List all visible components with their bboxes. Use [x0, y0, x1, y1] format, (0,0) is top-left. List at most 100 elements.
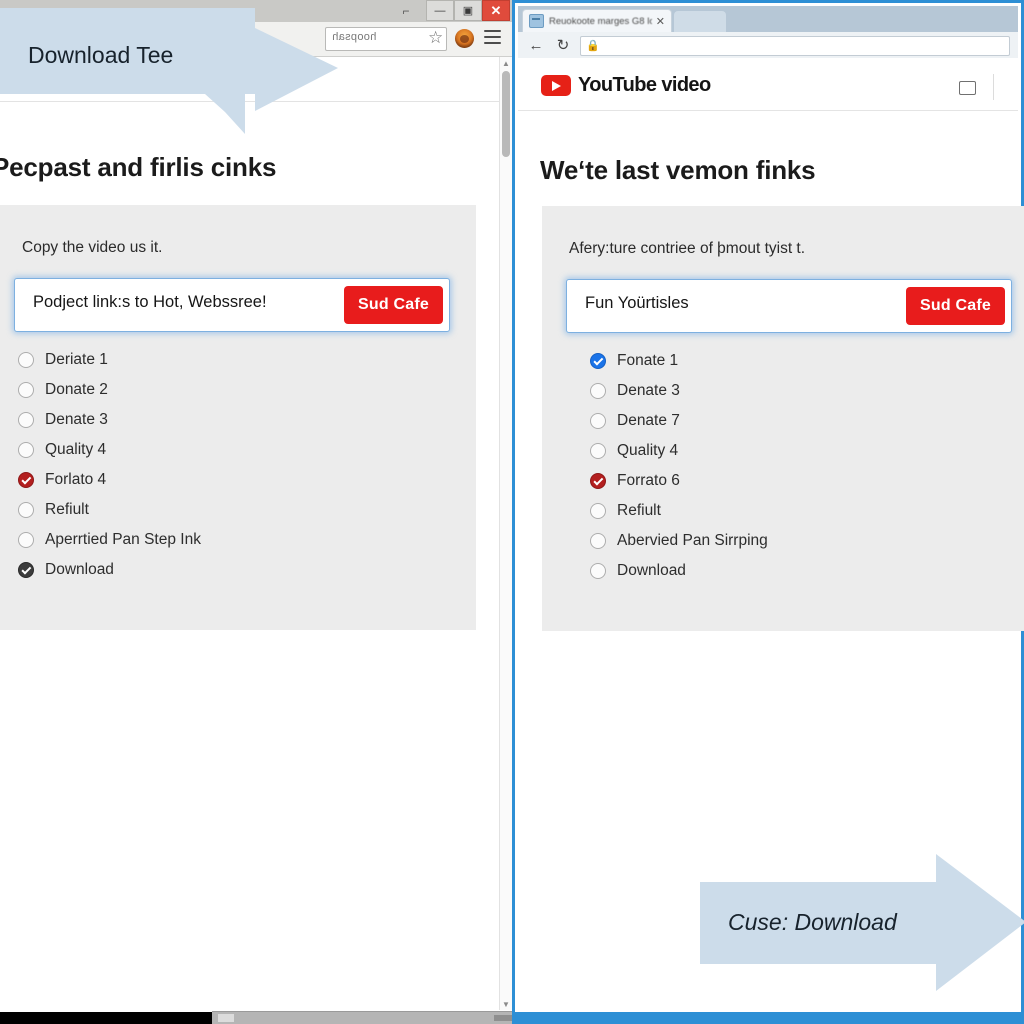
option-row[interactable]: Refiult	[18, 495, 201, 525]
left-card-subtitle: Copy the video us it.	[22, 239, 163, 256]
bookmark-star-icon[interactable]: ☆	[428, 29, 443, 46]
option-label: Denate 3	[617, 382, 680, 399]
option-label: Abervied Pan Sirrping	[617, 532, 768, 549]
right-options-list: Fonate 1 Denate 3 Denate 7 Quality 4 For…	[590, 346, 768, 586]
radio-icon[interactable]	[590, 413, 606, 429]
radio-icon[interactable]	[18, 442, 34, 458]
close-button[interactable]: ✕	[482, 0, 510, 21]
callout-arrow-right-icon	[0, 8, 338, 134]
right-link-input-group[interactable]: Fun Yoürtisles Sud Cafe	[566, 279, 1012, 333]
new-tab-button[interactable]	[674, 11, 726, 32]
screenshot-stage: ⌐ — ▣ ✕ hoopsah ☆ ..... Pecpast and firl…	[0, 0, 1024, 1024]
option-row[interactable]: Aperrtied Pan Step Ink	[18, 525, 201, 555]
option-label: Download	[45, 561, 114, 578]
option-row[interactable]: Forlato 4	[18, 465, 201, 495]
option-label: Deriate 1	[45, 351, 108, 368]
right-card-subtitle: Afery:ture contriee of þmout tyist t.	[569, 240, 806, 257]
radio-icon[interactable]	[590, 563, 606, 579]
youtube-logo-text: YouTube video	[578, 74, 711, 96]
option-label: Fonate 1	[617, 352, 679, 369]
radio-icon[interactable]	[18, 502, 34, 518]
maximize-button[interactable]: ▣	[454, 0, 482, 21]
option-label: Forlato 4	[45, 471, 107, 488]
minimize-button[interactable]: —	[426, 0, 454, 21]
option-row[interactable]: Abervied Pan Sirrping	[590, 526, 768, 556]
radio-icon[interactable]	[590, 533, 606, 549]
reload-icon[interactable]: ↻	[554, 36, 572, 54]
left-options-list: Deriate 1 Donate 2 Denate 3 Quality 4 Fo…	[18, 345, 201, 585]
left-link-input-group[interactable]: Podject link:s to Hot, Webssree! Sud Caf…	[14, 278, 450, 332]
radio-checked-icon[interactable]	[18, 472, 34, 488]
radio-icon[interactable]	[590, 383, 606, 399]
option-row[interactable]: Quality 4	[18, 435, 201, 465]
option-row[interactable]: Fonate 1	[590, 346, 768, 376]
option-label: Quality 4	[617, 442, 679, 459]
hamburger-menu-icon[interactable]	[484, 30, 501, 44]
right-navigation-bar: ← ↻ 🔒	[518, 32, 1018, 59]
right-address-bar[interactable]: 🔒	[580, 36, 1010, 56]
window-drag-hint-icon: ⌐	[402, 3, 410, 18]
radio-checked-icon[interactable]	[18, 562, 34, 578]
radio-icon[interactable]	[590, 503, 606, 519]
radio-icon[interactable]	[18, 352, 34, 368]
flag-icon[interactable]	[959, 81, 976, 95]
option-row[interactable]: Download	[18, 555, 201, 585]
option-label: Denate 3	[45, 411, 108, 428]
taskbar-item[interactable]	[218, 1014, 234, 1022]
taskbar-right-segment	[212, 1011, 520, 1024]
option-row[interactable]: Refiult	[590, 496, 768, 526]
scroll-down-arrow-icon[interactable]: ▼	[500, 998, 512, 1010]
callout-top-left: Download Tee	[0, 6, 340, 141]
avatar[interactable]	[455, 29, 474, 48]
youtube-play-icon	[541, 75, 571, 96]
radio-icon[interactable]	[18, 412, 34, 428]
option-row[interactable]: Denate 3	[590, 376, 768, 406]
option-label: Quality 4	[45, 441, 107, 458]
callout-top-left-label: Download Tee	[28, 42, 174, 68]
left-submit-button[interactable]: Sud Cafe	[344, 286, 443, 324]
favicon-icon	[529, 14, 544, 28]
option-row[interactable]: Denate 7	[590, 406, 768, 436]
left-page-content: ..... Pecpast and firlis cinks Copy the …	[0, 57, 500, 1024]
lock-icon: 🔒	[586, 40, 600, 52]
right-site-header: YouTube video	[518, 58, 1018, 111]
option-row[interactable]: Quality 4	[590, 436, 768, 466]
option-label: Denate 7	[617, 412, 680, 429]
right-form-card: Afery:ture contriee of þmout tyist t. Fu…	[542, 206, 1024, 631]
header-divider	[993, 74, 994, 100]
tab-close-icon[interactable]: ✕	[656, 15, 665, 28]
right-submit-button[interactable]: Sud Cafe	[906, 287, 1005, 325]
browser-tab[interactable]: Reuokoote marges G8 lod ieQ ✕	[522, 9, 672, 32]
scroll-up-arrow-icon[interactable]: ▲	[500, 57, 512, 69]
option-label: Refiult	[617, 502, 661, 519]
option-label: Refiult	[45, 501, 89, 518]
option-row[interactable]: Forrato 6	[590, 466, 768, 496]
right-tab-strip: Reuokoote marges G8 lod ieQ ✕	[518, 6, 1018, 32]
taskbar-left-segment	[0, 1012, 212, 1024]
youtube-logo[interactable]: YouTube video	[541, 74, 711, 97]
tab-title: Reuokoote marges G8 lod ieQ	[549, 15, 652, 27]
option-label: Aperrtied Pan Step Ink	[45, 531, 201, 548]
left-vertical-scrollbar[interactable]: ▲ ▼	[499, 57, 512, 1010]
radio-icon[interactable]	[590, 443, 606, 459]
bottom-blue-bar	[512, 1012, 1024, 1024]
option-row[interactable]: Download	[590, 556, 768, 586]
option-label: Donate 2	[45, 381, 108, 398]
option-row[interactable]: Deriate 1	[18, 345, 201, 375]
back-arrow-icon[interactable]: ←	[527, 36, 545, 54]
left-link-input-value[interactable]: Podject link:s to Hot, Webssree!	[33, 293, 267, 312]
left-form-card: Copy the video us it. Podject link:s to …	[0, 205, 476, 630]
option-row[interactable]: Donate 2	[18, 375, 201, 405]
callout-bottom-right-label: Cuse: Download	[728, 909, 897, 935]
right-link-input-value[interactable]: Fun Yoürtisles	[585, 294, 689, 313]
option-label: Download	[617, 562, 686, 579]
left-browser-panel: ⌐ — ▣ ✕ hoopsah ☆ ..... Pecpast and firl…	[0, 0, 512, 1024]
radio-checked-icon[interactable]	[590, 473, 606, 489]
radio-icon[interactable]	[18, 532, 34, 548]
right-page-heading: We‘te last vemon finks	[540, 155, 816, 185]
radio-checked-icon[interactable]	[590, 353, 606, 369]
option-row[interactable]: Denate 3	[18, 405, 201, 435]
scrollbar-thumb[interactable]	[502, 71, 510, 157]
radio-icon[interactable]	[18, 382, 34, 398]
left-window-controls: ⌐ — ▣ ✕	[386, 0, 510, 21]
